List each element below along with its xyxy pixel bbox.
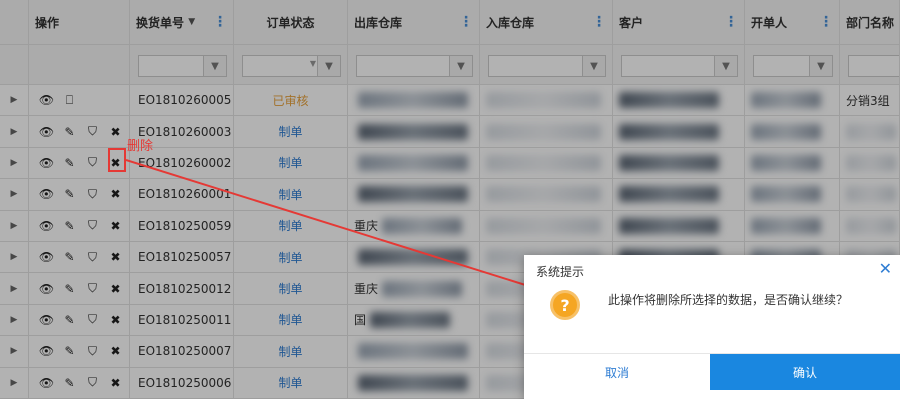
confirm-dialog: 系统提示 ✕ ? 此操作将删除所选择的数据，是否确认继续？ 取消 确认 <box>524 255 900 399</box>
dialog-title: 系统提示 <box>536 265 585 279</box>
dialog-message: 此操作将删除所选择的数据，是否确认继续？ <box>608 293 849 307</box>
confirm-button[interactable]: 确认 <box>710 354 900 390</box>
cancel-button[interactable]: 取消 <box>524 354 710 390</box>
question-icon: ? <box>550 290 580 320</box>
close-icon[interactable]: ✕ <box>879 259 892 278</box>
